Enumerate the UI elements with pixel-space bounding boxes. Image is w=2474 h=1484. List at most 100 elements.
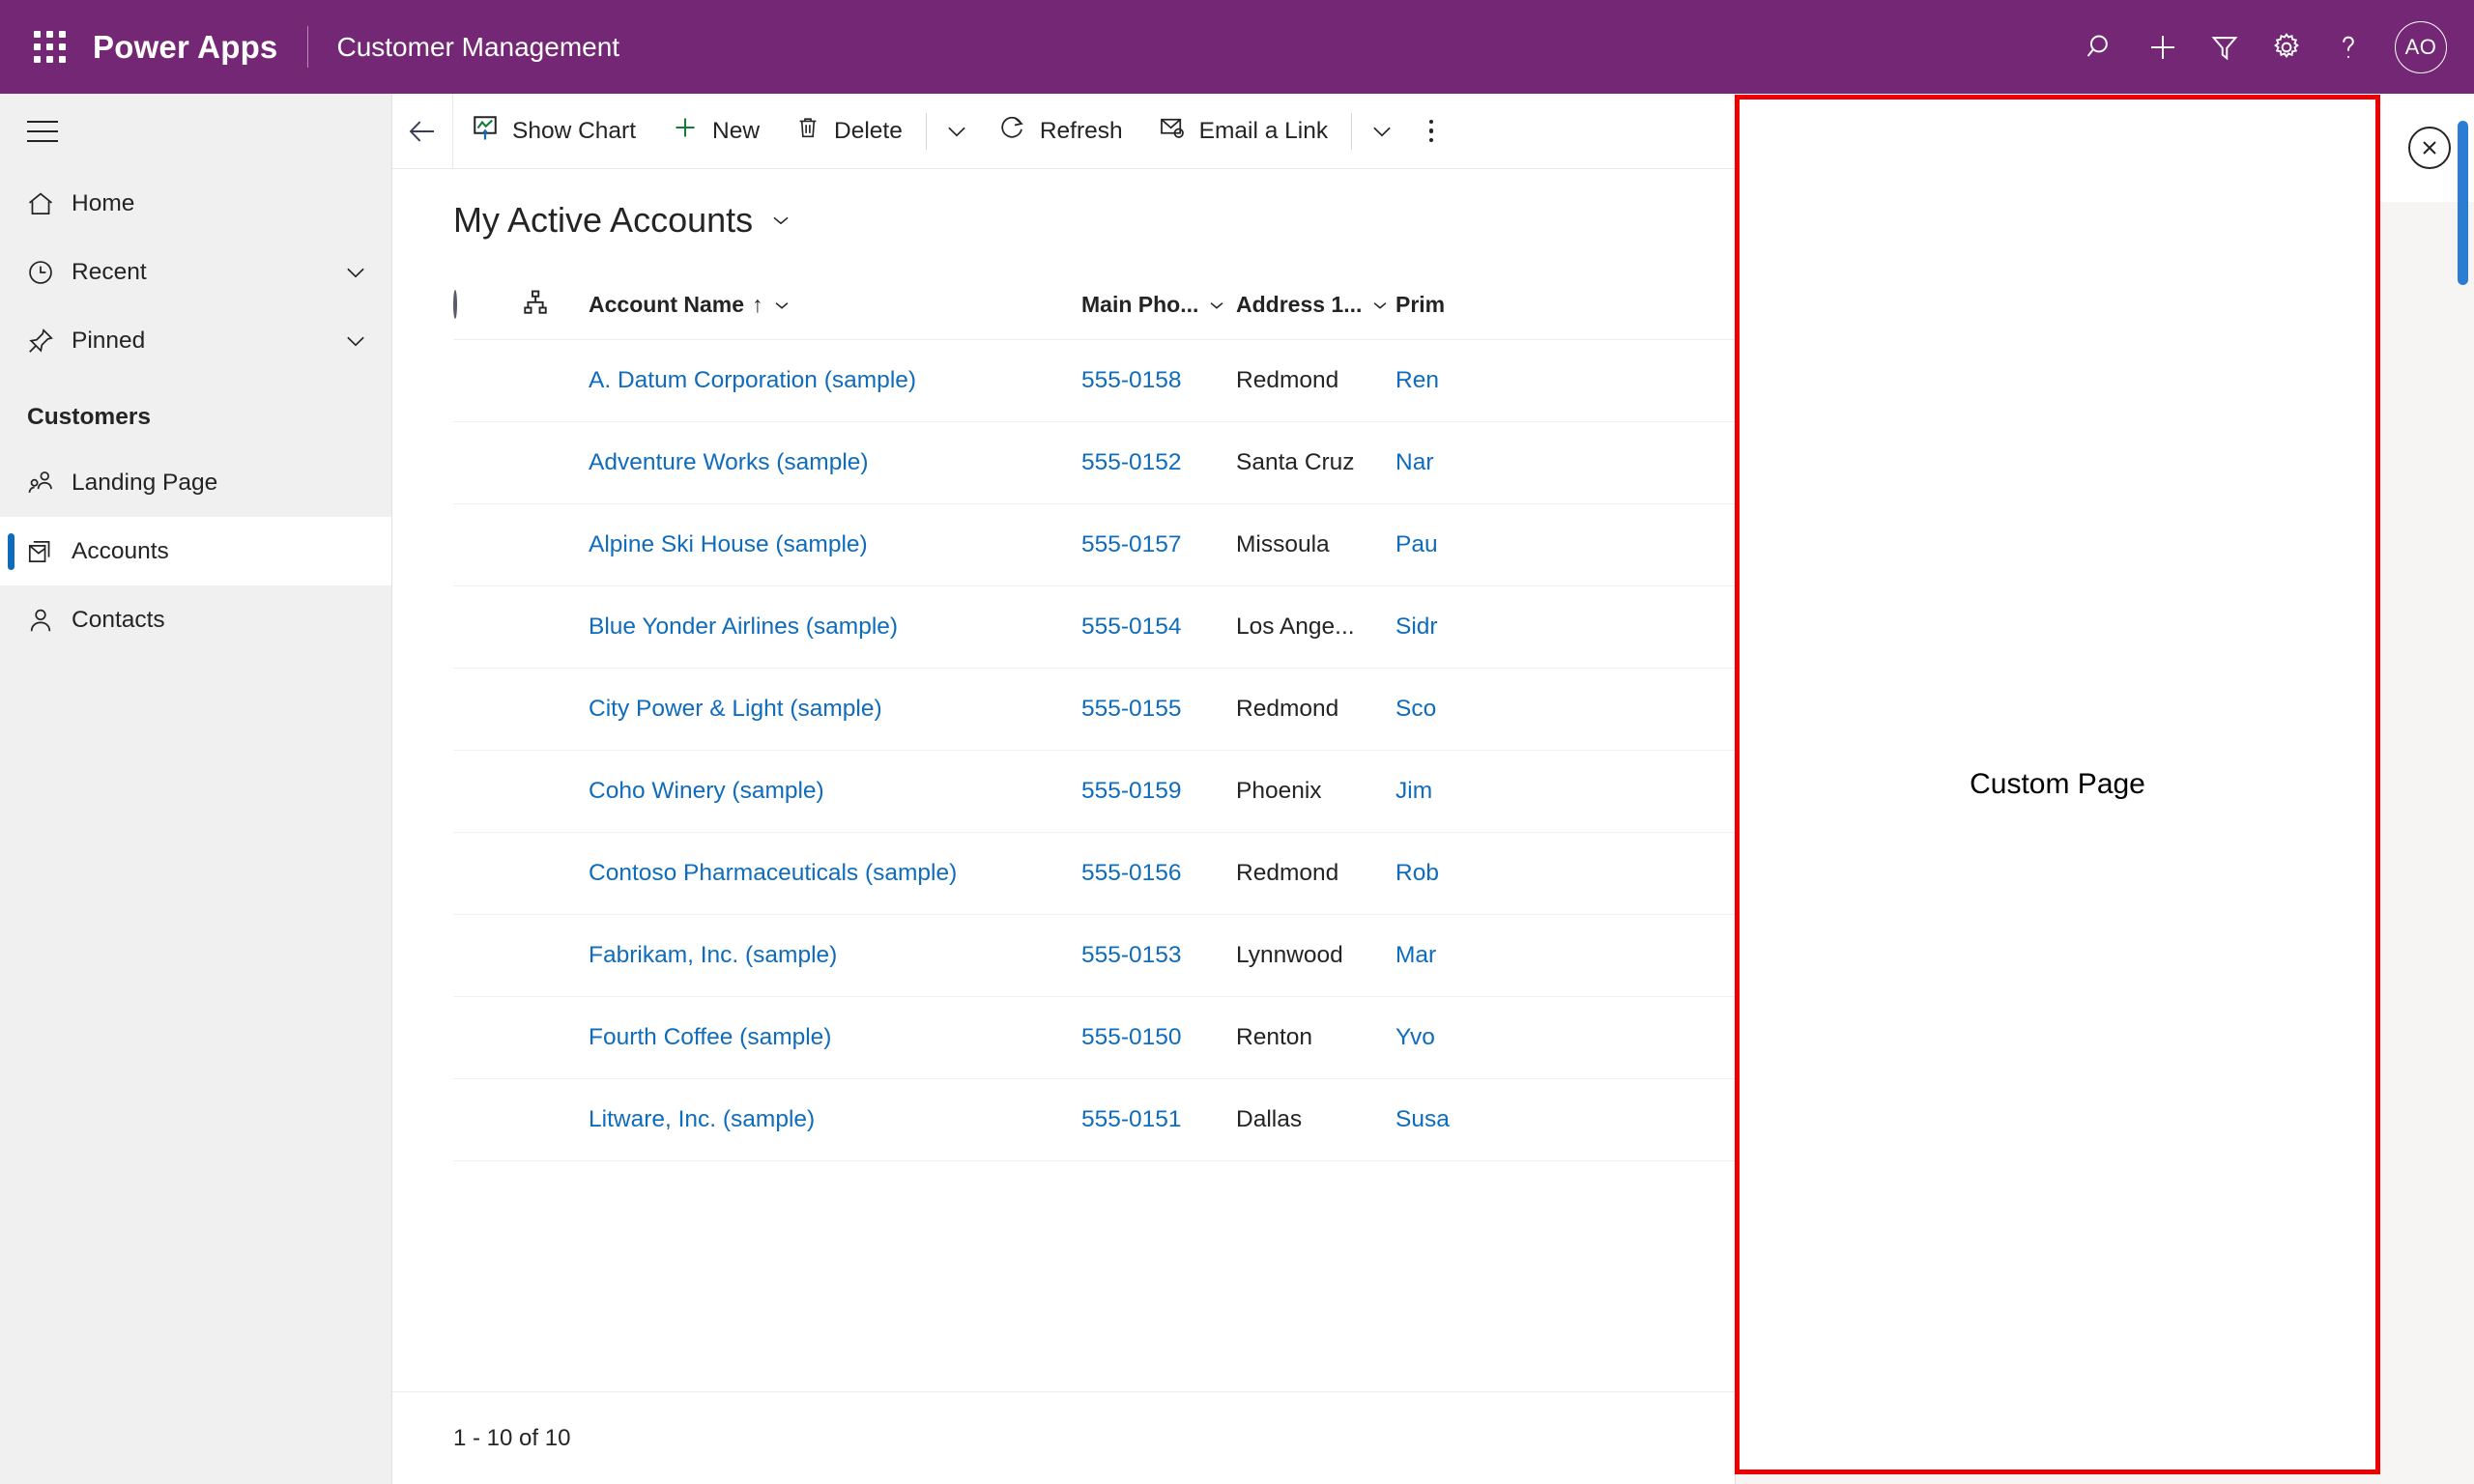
- table-row[interactable]: Fourth Coffee (sample) 555-0150 Renton Yvo: [453, 996, 1835, 1079]
- account-name-link[interactable]: Blue Yonder Airlines (sample): [589, 614, 898, 640]
- refresh-button[interactable]: Refresh: [981, 94, 1140, 169]
- cell-account-name[interactable]: Fabrikam, Inc. (sample): [589, 914, 1081, 997]
- brand-title[interactable]: Power Apps: [93, 29, 277, 66]
- sidebar-item-recent[interactable]: Recent: [0, 238, 391, 306]
- row-select-cell[interactable]: [453, 339, 521, 422]
- row-select-cell[interactable]: [453, 668, 521, 751]
- view-selector-chevron-down-icon[interactable]: [768, 208, 793, 233]
- cell-main-phone[interactable]: 555-0155: [1081, 668, 1236, 751]
- cell-account-name[interactable]: City Power & Light (sample): [589, 668, 1081, 751]
- help-icon[interactable]: [2317, 16, 2379, 78]
- column-header-address-1[interactable]: Address 1...: [1236, 271, 1395, 340]
- main-phone-link[interactable]: 555-0153: [1081, 942, 1182, 968]
- primary-contact-link[interactable]: Mar: [1395, 942, 1436, 968]
- cell-account-name[interactable]: Litware, Inc. (sample): [589, 1078, 1081, 1161]
- cell-main-phone[interactable]: 555-0156: [1081, 832, 1236, 915]
- cell-main-phone[interactable]: 555-0151: [1081, 1078, 1236, 1161]
- account-name-link[interactable]: Alpine Ski House (sample): [589, 531, 868, 557]
- chevron-down-icon[interactable]: [1369, 295, 1391, 316]
- select-all-header[interactable]: [453, 271, 521, 340]
- back-button[interactable]: [392, 94, 452, 169]
- chevron-down-icon[interactable]: [341, 327, 370, 356]
- cell-account-name[interactable]: Blue Yonder Airlines (sample): [589, 585, 1081, 669]
- primary-contact-link[interactable]: Susa: [1395, 1106, 1450, 1132]
- main-phone-link[interactable]: 555-0158: [1081, 367, 1182, 393]
- hierarchy-icon[interactable]: [521, 290, 550, 322]
- row-select-cell[interactable]: [453, 914, 521, 997]
- sidebar-item-accounts[interactable]: Accounts: [0, 517, 391, 585]
- row-select-cell[interactable]: [453, 750, 521, 833]
- cell-account-name[interactable]: Contoso Pharmaceuticals (sample): [589, 832, 1081, 915]
- more-commands-button[interactable]: [1406, 94, 1456, 169]
- sidebar-item-home[interactable]: Home: [0, 169, 391, 238]
- new-button[interactable]: New: [653, 94, 777, 169]
- main-phone-link[interactable]: 555-0154: [1081, 614, 1182, 640]
- table-row[interactable]: Blue Yonder Airlines (sample) 555-0154 Los…: [453, 585, 1835, 669]
- cell-main-phone[interactable]: 555-0159: [1081, 750, 1236, 833]
- main-phone-link[interactable]: 555-0152: [1081, 449, 1182, 475]
- table-row[interactable]: A. Datum Corporation (sample) 555-0158 Red…: [453, 339, 1835, 422]
- table-row[interactable]: Adventure Works (sample) 555-0152 Santa Cr…: [453, 421, 1835, 504]
- cell-account-name[interactable]: Adventure Works (sample): [589, 421, 1081, 504]
- gear-icon[interactable]: [2256, 16, 2317, 78]
- side-panel-scrollbar[interactable]: [2458, 121, 2468, 285]
- row-select-cell[interactable]: [453, 832, 521, 915]
- main-phone-link[interactable]: 555-0155: [1081, 696, 1182, 722]
- table-row[interactable]: Litware, Inc. (sample) 555-0151 Dallas Susa: [453, 1078, 1835, 1161]
- app-launcher-icon[interactable]: [12, 31, 87, 63]
- show-chart-button[interactable]: Show Chart: [453, 94, 653, 169]
- sidebar-item-pinned[interactable]: Pinned: [0, 306, 391, 375]
- table-row[interactable]: City Power & Light (sample) 555-0155 Redmo…: [453, 668, 1835, 751]
- cell-account-name[interactable]: Fourth Coffee (sample): [589, 996, 1081, 1079]
- column-header-main-phone[interactable]: Main Pho...: [1081, 271, 1236, 340]
- main-phone-link[interactable]: 555-0156: [1081, 860, 1182, 886]
- main-phone-link[interactable]: 555-0157: [1081, 531, 1182, 557]
- cell-main-phone[interactable]: 555-0157: [1081, 503, 1236, 586]
- primary-contact-link[interactable]: Ren: [1395, 367, 1439, 393]
- account-name-link[interactable]: A. Datum Corporation (sample): [589, 367, 916, 393]
- account-name-link[interactable]: Fabrikam, Inc. (sample): [589, 942, 837, 968]
- table-row[interactable]: Coho Winery (sample) 555-0159 Phoenix Jim: [453, 750, 1835, 833]
- primary-contact-link[interactable]: Pau: [1395, 531, 1438, 557]
- primary-contact-link[interactable]: Nar: [1395, 449, 1433, 475]
- email-a-link-button[interactable]: Email a Link: [1140, 94, 1345, 169]
- row-select-cell[interactable]: [453, 996, 521, 1079]
- sidebar-item-contacts[interactable]: Contacts: [0, 585, 391, 654]
- sidebar-toggle[interactable]: [0, 94, 391, 169]
- cell-account-name[interactable]: Coho Winery (sample): [589, 750, 1081, 833]
- hamburger-icon[interactable]: [27, 121, 58, 142]
- avatar[interactable]: AO: [2395, 20, 2447, 73]
- delete-button[interactable]: Delete: [777, 94, 920, 169]
- primary-contact-link[interactable]: Rob: [1395, 860, 1439, 886]
- account-name-link[interactable]: Contoso Pharmaceuticals (sample): [589, 860, 957, 886]
- main-phone-link[interactable]: 555-0150: [1081, 1024, 1182, 1050]
- row-select-cell[interactable]: [453, 585, 521, 669]
- account-name-link[interactable]: Adventure Works (sample): [589, 449, 869, 475]
- chevron-down-icon[interactable]: [933, 94, 981, 169]
- primary-contact-link[interactable]: Sco: [1395, 696, 1436, 722]
- cell-main-phone[interactable]: 555-0158: [1081, 339, 1236, 422]
- table-row[interactable]: Alpine Ski House (sample) 555-0157 Missoul…: [453, 503, 1835, 586]
- table-row[interactable]: Contoso Pharmaceuticals (sample) 555-0156…: [453, 832, 1835, 915]
- primary-contact-link[interactable]: Yvo: [1395, 1024, 1435, 1050]
- account-name-link[interactable]: Coho Winery (sample): [589, 778, 824, 804]
- cell-account-name[interactable]: Alpine Ski House (sample): [589, 503, 1081, 586]
- cell-main-phone[interactable]: 555-0150: [1081, 996, 1236, 1079]
- chevron-down-icon[interactable]: [1206, 295, 1227, 316]
- table-row[interactable]: Fabrikam, Inc. (sample) 555-0153 Lynnwood M…: [453, 914, 1835, 997]
- custom-page-highlight-frame[interactable]: Custom Page: [1735, 95, 2380, 1474]
- primary-contact-link[interactable]: Jim: [1395, 778, 1432, 804]
- chevron-down-icon[interactable]: [771, 295, 792, 316]
- cell-main-phone[interactable]: 555-0154: [1081, 585, 1236, 669]
- main-phone-link[interactable]: 555-0151: [1081, 1106, 1182, 1132]
- column-header-account-name[interactable]: Account Name ↑: [589, 271, 1081, 340]
- row-select-cell[interactable]: [453, 421, 521, 504]
- account-name-link[interactable]: City Power & Light (sample): [589, 696, 882, 722]
- primary-contact-link[interactable]: Sidr: [1395, 614, 1438, 640]
- chevron-down-icon[interactable]: [1358, 94, 1406, 169]
- account-name-link[interactable]: Litware, Inc. (sample): [589, 1106, 815, 1132]
- row-select-cell[interactable]: [453, 503, 521, 586]
- cell-account-name[interactable]: A. Datum Corporation (sample): [589, 339, 1081, 422]
- cell-main-phone[interactable]: 555-0153: [1081, 914, 1236, 997]
- sidebar-item-landing-page[interactable]: Landing Page: [0, 448, 391, 517]
